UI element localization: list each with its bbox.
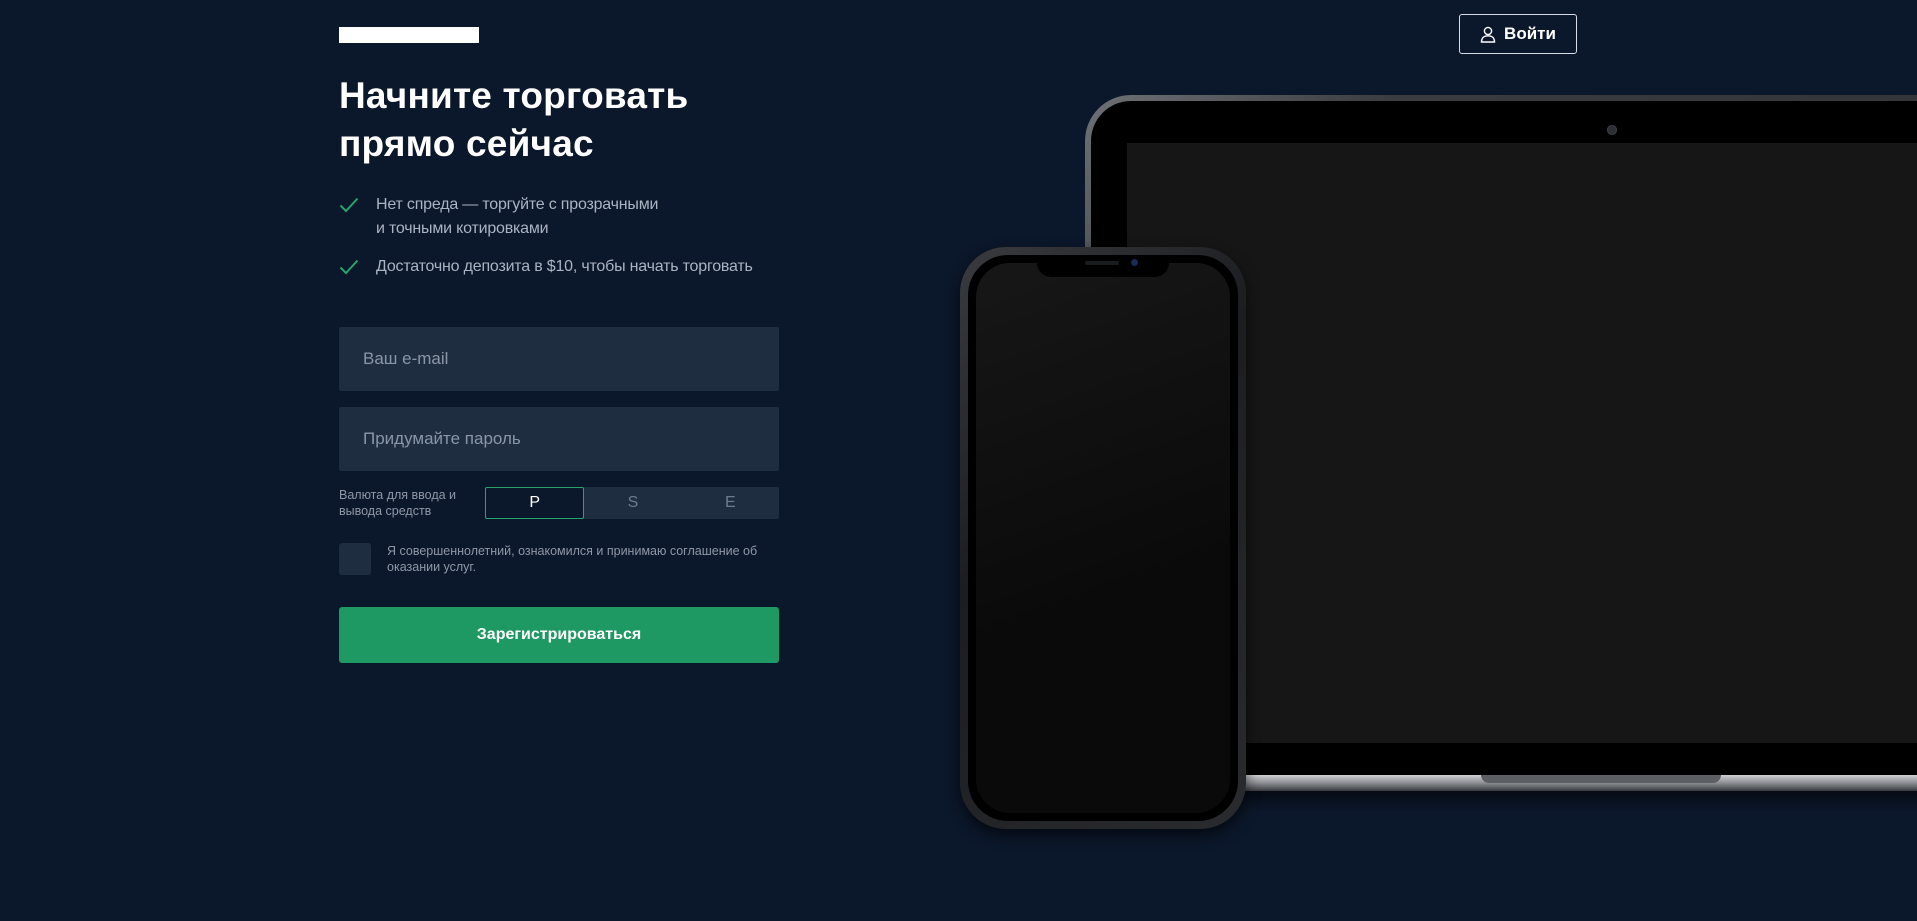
user-icon <box>1480 26 1496 43</box>
feature-text-line-2: и точными котировками <box>376 220 549 237</box>
currency-option-rub[interactable]: Р <box>485 487 585 519</box>
logo[interactable] <box>339 27 479 43</box>
page-title: Начните торговать прямо сейчас <box>339 72 859 168</box>
laptop-camera <box>1607 125 1617 135</box>
check-icon <box>339 197 359 213</box>
feature-text-line-1: Нет спреда — торгуйте с прозрачными <box>376 196 659 213</box>
agree-checkbox[interactable] <box>339 543 371 575</box>
password-field[interactable] <box>339 407 779 471</box>
agree-text: Я совершеннолетний, ознакомился и приним… <box>387 544 758 574</box>
currency-option-eur[interactable]: E <box>682 487 779 519</box>
phone-speaker <box>1085 261 1119 265</box>
registration-page: Войти Начните торговать прямо сейчас Нет… <box>0 0 1917 921</box>
currency-label: Валюта для ввода и вывода средств <box>339 487 467 519</box>
phone-notch <box>1037 255 1169 277</box>
email-field[interactable] <box>339 327 779 391</box>
phone-image <box>960 247 1246 829</box>
feature-text: Достаточно депозита в $10, чтобы начать … <box>376 258 753 275</box>
title-line-2: прямо сейчас <box>339 123 594 164</box>
login-label: Войти <box>1504 24 1556 43</box>
phone-screen <box>976 263 1230 813</box>
currency-label-line-2: вывода средств <box>339 504 432 518</box>
feature-item-min-deposit: Достаточно депозита в $10, чтобы начать … <box>339 255 799 279</box>
currency-option-usd[interactable]: S <box>584 487 681 519</box>
phone-bezel <box>968 255 1238 821</box>
laptop-notch <box>1481 775 1721 783</box>
feature-item-no-spread: Нет спреда — торгуйте с прозрачными и то… <box>339 193 799 241</box>
feature-list: Нет спреда — торгуйте с прозрачными и то… <box>339 193 799 279</box>
title-line-1: Начните торговать <box>339 75 689 116</box>
login-button[interactable]: Войти <box>1459 14 1577 54</box>
register-button[interactable]: Зарегистрироваться <box>339 607 779 663</box>
currency-label-line-1: Валюта для ввода и <box>339 488 457 502</box>
check-icon <box>339 259 359 275</box>
phone-camera <box>1131 259 1138 266</box>
currency-switch: Р S E <box>485 487 779 519</box>
